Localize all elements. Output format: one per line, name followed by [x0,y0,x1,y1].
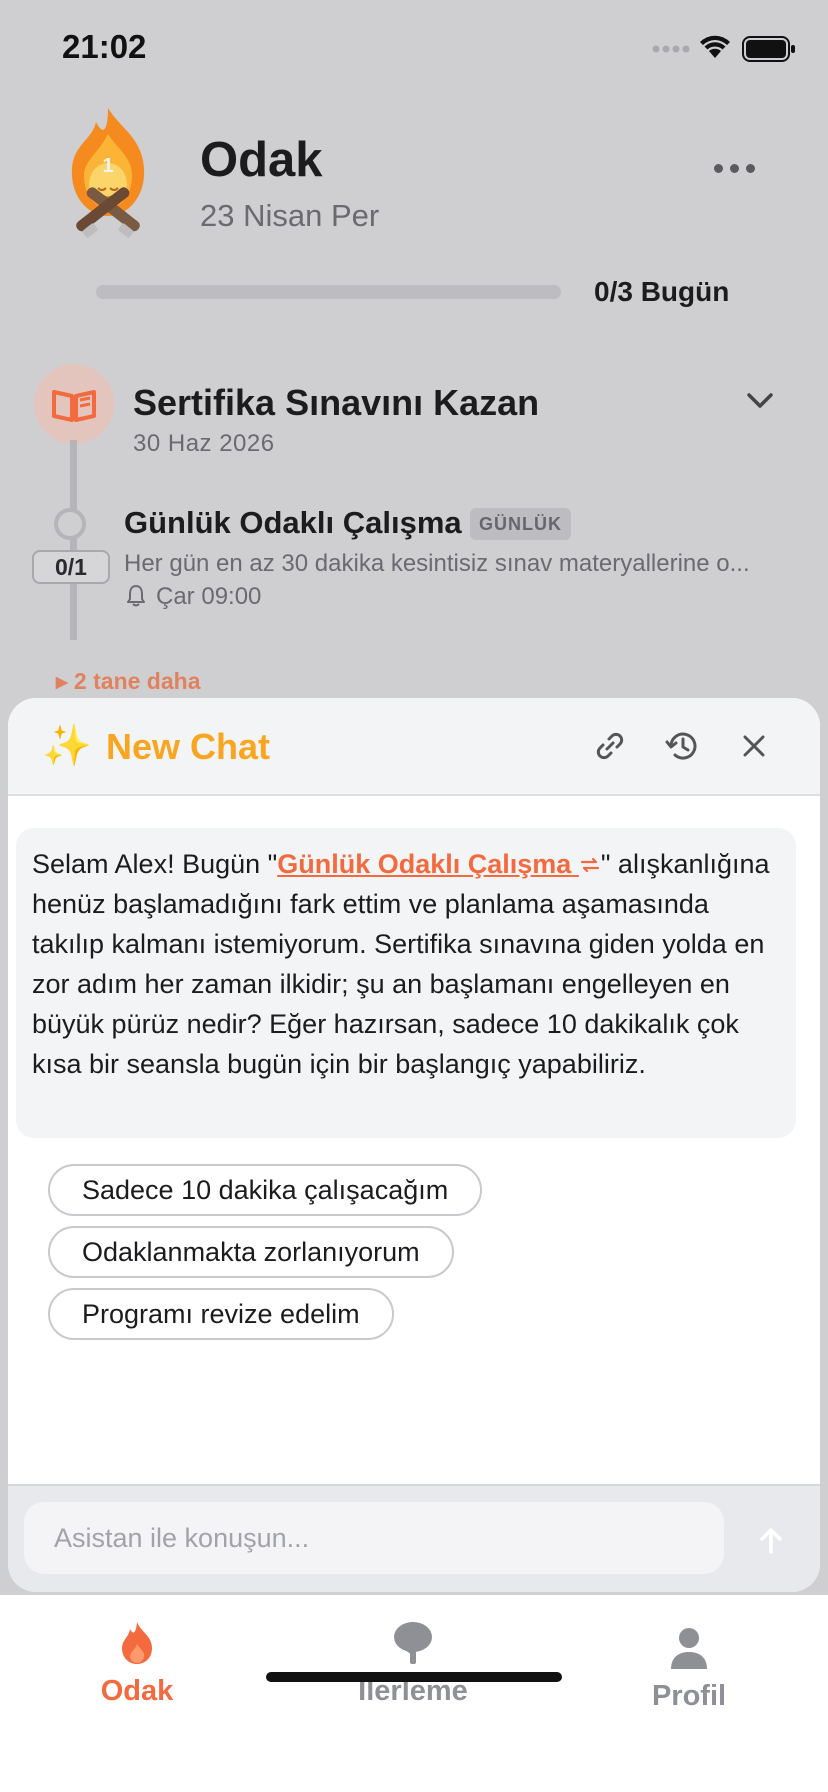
streak-campfire-icon: 1 [71,108,145,238]
arrow-up-icon [760,1528,782,1554]
cellular-signal-icon [652,45,690,53]
tab-label: Odak [100,1675,174,1707]
suggestion-chip[interactable]: Sadece 10 dakika çalışacağım [48,1164,483,1216]
person-icon [671,1628,707,1669]
page-date: 23 Nisan Per [200,198,380,233]
goal-book-icon[interactable] [34,364,114,444]
suggestion-chip[interactable]: Odaklanmakta zorlanıyorum [48,1226,454,1278]
chat-input-bar [8,1484,820,1592]
habit-title[interactable]: Günlük Odaklı Çalışma [124,505,462,541]
chat-title: New Chat [106,726,271,767]
streak-number: 1 [102,155,113,177]
habit-frequency-badge: GÜNLÜK [470,508,571,540]
close-icon [743,735,765,757]
habit-reminder-time: Çar 09:00 [156,583,262,610]
history-icon [665,732,697,760]
more-habits-toggle[interactable]: ▸ 2 tane daha [56,668,200,695]
link-button[interactable] [590,726,630,766]
status-time: 21:02 [62,28,147,65]
chevron-down-icon[interactable] [746,392,774,410]
tab-ilerleme[interactable]: İlerleme [313,1620,513,1708]
dot [714,164,723,173]
chat-sheet: ✨ New Chat Selam Alex! Bugün "Günlük Oda… [8,698,820,1592]
dot [730,164,739,173]
habit-checkbox[interactable] [54,508,86,540]
habit-reference-label: Günlük Odaklı Çalışma [277,849,572,879]
home-indicator [266,1672,562,1682]
close-button[interactable] [734,726,774,766]
chat-input[interactable] [24,1502,724,1574]
sparkles-icon: ✨ [42,724,92,768]
assistant-message: Selam Alex! Bugün "Günlük Odaklı Çalışma… [16,828,796,1138]
suggestion-chip[interactable]: Programı revize edelim [48,1288,394,1340]
flame-icon [122,1622,152,1664]
goal-deadline: 30 Haz 2026 [133,430,275,457]
tab-bar: Odak İlerleme Profil [0,1595,828,1792]
battery-icon [742,36,795,62]
message-text-before: Selam Alex! Bugün " [32,849,278,879]
tab-label: Profil [651,1680,727,1712]
dot [746,164,755,173]
goal-title[interactable]: Sertifika Sınavını Kazan [133,382,539,424]
habit-completion-count[interactable]: 0/1 [32,550,110,584]
daily-progress-label: 0/3 Bugün [594,276,730,307]
open-book-icon [52,390,96,422]
timeline-line [70,440,77,640]
chat-header: ✨ New Chat [8,698,820,796]
history-button[interactable] [662,726,702,766]
send-button[interactable] [748,1518,794,1564]
tree-icon [394,1622,432,1664]
more-options-button[interactable] [714,160,766,180]
wifi-icon [700,35,730,58]
habit-description: Her gün en az 30 dakika kesintisiz sınav… [124,550,750,577]
daily-progress-bar [96,285,561,299]
habit-reference-link[interactable]: Günlük Odaklı Çalışma [277,849,601,879]
page-title: Odak [200,133,323,187]
tab-odak[interactable]: Odak [37,1620,237,1708]
message-text-after: " alışkanlığına henüz başlamadığını fark… [32,849,770,1079]
tab-profil[interactable]: Profil [589,1625,789,1713]
bell-icon [127,585,145,607]
link-icon [596,732,624,760]
repeat-icon [580,857,599,873]
